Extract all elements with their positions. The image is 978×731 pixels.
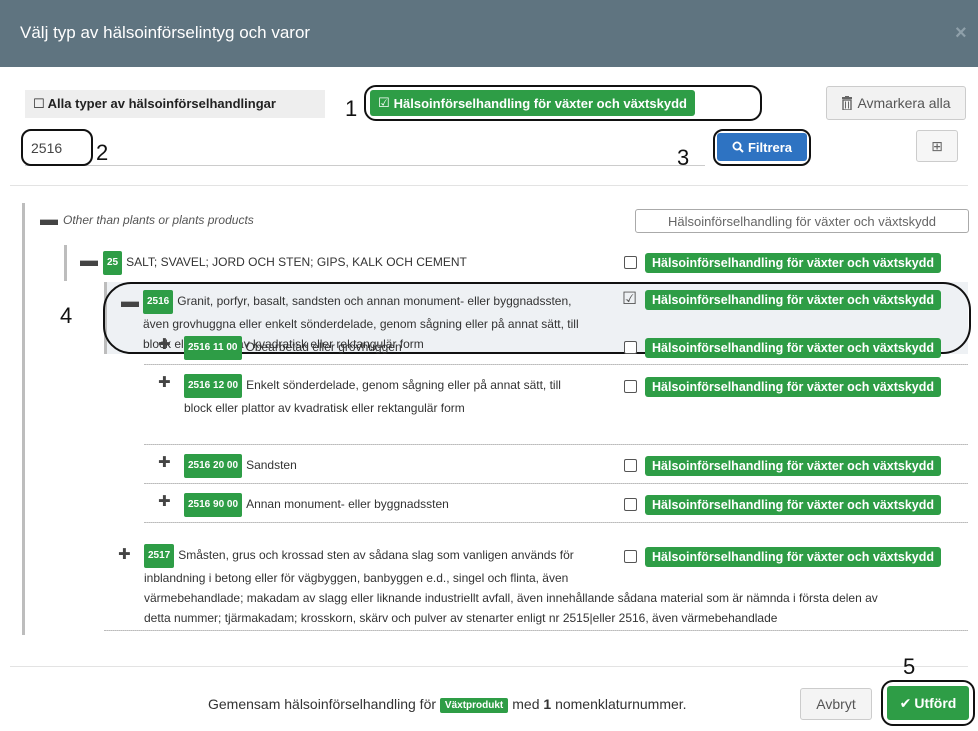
code-badge: 2516 12 00 [184,374,243,398]
annotation-ring-2 [21,129,93,166]
heading-2517-line-4: detta nummer; tjärmakadam; krosskorn, sk… [144,611,778,625]
code-badge: 2516 90 00 [184,493,243,517]
sub-row: 2516 20 00 Sandsten [184,454,297,478]
sub-type-badge[interactable]: Hälsoinförselhandling för växter och väx… [645,338,942,358]
code-badge: 2516 11 00 [184,336,242,360]
chapter-checkbox[interactable] [624,256,637,269]
all-types-toggle[interactable]: ☐ Alla typer av hälsoinförselhandlingar [25,90,325,118]
heading-2517-checkbox[interactable] [624,550,637,563]
heading-2517-type-badge[interactable]: Hälsoinförselhandling för växter och väx… [645,547,942,567]
collapse-icon[interactable]: ▬ [40,210,58,228]
annotation-ring-3 [713,129,811,166]
annotation-number-3: 3 [677,145,690,170]
expand-all-icon: ⊞ [931,137,943,154]
chapter-bar [64,245,67,281]
annotation-number-2: 2 [96,140,109,165]
sub-type-badge[interactable]: Hälsoinförselhandling för växter och väx… [645,456,942,476]
heading-2517-line-2: inblandning i betong eller för vägbyggen… [144,571,569,585]
annotation-number-4: 4 [60,303,73,328]
root-type-badge[interactable]: Hälsoinförselhandling för växter och väx… [635,209,969,233]
divider [10,666,968,667]
sub-checkbox[interactable] [624,341,637,354]
sub-type-badge[interactable]: Hälsoinförselhandling för växter och väx… [645,495,942,515]
collapse-icon[interactable]: ▬ [80,251,98,269]
unselect-all-button[interactable]: Avmarkera alla [826,86,966,120]
dialog-title: Välj typ av hälsoinförselintyg och varor [20,23,311,42]
cancel-button[interactable]: Avbryt [800,688,872,720]
product-badge: Växtprodukt [439,698,509,713]
sub-row: 2516 11 00 Obearbetad eller grovhuggen [184,336,402,360]
code-badge: 2516 20 00 [184,454,243,478]
dialog-header: Välj typ av hälsoinförselintyg och varor… [0,0,978,67]
chapter-type-badge[interactable]: Hälsoinförselhandling för växter och väx… [645,253,942,273]
row-separator [144,522,968,523]
divider [10,185,968,186]
footer-summary: Gemensam hälsoinförselhandling för Växtp… [208,696,687,713]
checkbox-icon: ☐ [33,96,45,111]
close-icon[interactable]: × [955,22,967,45]
all-types-label: Alla typer av hälsoinförselhandlingar [47,96,276,111]
filter-input[interactable] [25,130,705,166]
sub-type-badge[interactable]: Hälsoinförselhandling för växter och väx… [645,377,942,397]
chapter-label: SALT; SVAVEL; JORD OCH STEN; GIPS, KALK … [126,255,467,269]
row-separator [144,444,968,445]
sub-checkbox[interactable] [624,380,637,393]
footer-text-before: Gemensam hälsoinförselhandling för [208,696,437,712]
trash-icon [842,96,853,110]
expand-icon[interactable]: ✚ [158,494,171,509]
unselect-all-label: Avmarkera alla [857,95,951,111]
code-badge: 2517 [144,544,175,568]
footer-text-after: nomenklaturnummer. [555,696,687,712]
code-badge: 25 [103,251,123,275]
sub-label-line-2: block eller plattor av kvadratisk eller … [184,401,465,415]
expand-icon[interactable]: ✚ [158,375,171,390]
footer-count: 1 [543,696,552,712]
sub-checkbox[interactable] [624,498,637,511]
row-separator [144,364,968,365]
row-separator [104,630,968,631]
expand-all-button[interactable]: ⊞ [916,130,958,162]
annotation-number-5: 5 [903,654,916,679]
tree-root-bar [22,203,25,635]
sub-label: Annan monument- eller byggnadssten [246,497,449,511]
chapter-row: 25 SALT; SVAVEL; JORD OCH STEN; GIPS, KAL… [103,251,467,275]
expand-icon[interactable]: ✚ [118,547,131,562]
annotation-number-1: 1 [345,96,358,121]
heading-2517-line-1: Småsten, grus och krossad sten av sådana… [178,548,574,562]
expand-icon[interactable]: ✚ [158,455,171,470]
annotation-ring-5 [881,680,975,726]
heading-2517-line-3: värmebehandlade; makadam av slagg eller … [144,591,878,605]
sub-row: 2516 12 00 Enkelt sönderdelade, genom såg… [184,374,561,418]
sub-label: Obearbetad eller grovhuggen [245,340,402,354]
sub-checkbox[interactable] [624,459,637,472]
sub-label: Enkelt sönderdelade, genom sågning eller… [246,378,561,392]
sub-row: 2516 90 00 Annan monument- eller byggnads… [184,493,449,517]
expand-icon[interactable]: ✚ [158,337,171,352]
annotation-ring-1 [364,85,762,121]
sub-label: Sandsten [246,458,297,472]
footer-text-mid: med [512,696,540,712]
row-separator [144,483,968,484]
tree-root-label: Other than plants or plants products [63,213,254,227]
